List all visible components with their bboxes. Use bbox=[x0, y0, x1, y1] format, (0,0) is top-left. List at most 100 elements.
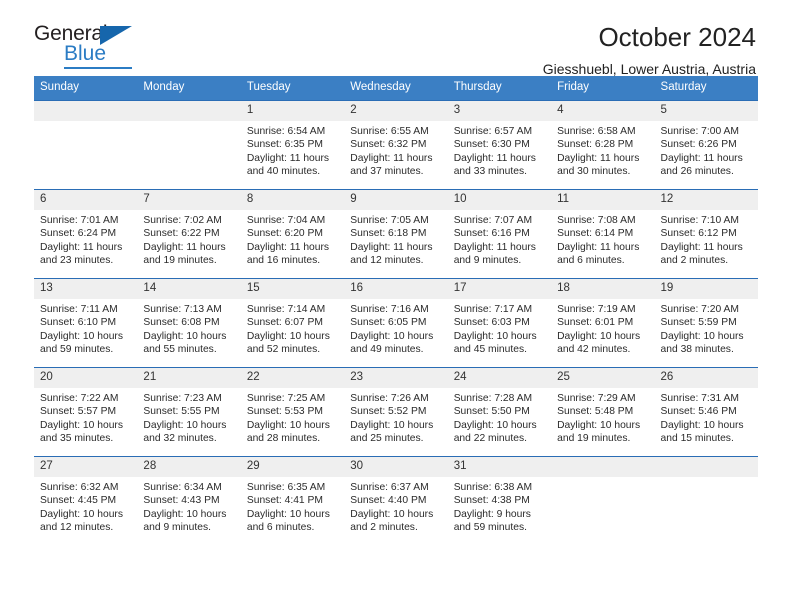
day-number: 9 bbox=[344, 190, 448, 210]
daylight-text: Daylight: 10 hours and 45 minutes. bbox=[453, 330, 537, 355]
day-number bbox=[137, 101, 241, 121]
calendar-body: 1 Sunrise: 6:54 AM Sunset: 6:35 PM Daylight… bbox=[34, 100, 758, 545]
sunrise-text: Sunrise: 7:26 AM bbox=[350, 393, 429, 404]
sunset-text: Sunset: 6:35 PM bbox=[246, 139, 323, 151]
day-cell[interactable]: 25 Sunrise: 7:29 AM Sunset: 5:48 PM Dayligh… bbox=[551, 367, 655, 457]
sunset-text: Sunset: 6:16 PM bbox=[453, 228, 530, 240]
sunrise-text: Sunrise: 7:19 AM bbox=[557, 304, 636, 315]
sunrise-text: Sunrise: 7:10 AM bbox=[660, 215, 739, 226]
day-number: 16 bbox=[344, 279, 448, 299]
daylight-text: Daylight: 11 hours and 2 minutes. bbox=[660, 241, 743, 266]
sunrise-text: Sunrise: 6:57 AM bbox=[453, 126, 533, 137]
daylight-text: Daylight: 11 hours and 16 minutes. bbox=[246, 241, 330, 266]
day-cell[interactable]: 23 Sunrise: 7:26 AM Sunset: 5:52 PM Dayligh… bbox=[344, 367, 448, 457]
daylight-text: Daylight: 10 hours and 15 minutes. bbox=[660, 419, 744, 444]
day-cell[interactable]: 28 Sunrise: 6:34 AM Sunset: 4:43 PM Dayligh… bbox=[137, 456, 241, 545]
day-number: 26 bbox=[654, 368, 758, 388]
sunset-text: Sunset: 6:18 PM bbox=[350, 228, 427, 240]
day-number: 22 bbox=[240, 368, 345, 388]
sunset-text: Sunset: 5:46 PM bbox=[660, 406, 737, 418]
sunrise-text: Sunrise: 6:38 AM bbox=[453, 482, 533, 493]
day-cell[interactable]: 6 Sunrise: 7:01 AM Sunset: 6:24 PM Daylight… bbox=[34, 189, 138, 279]
day-cell[interactable]: 7 Sunrise: 7:02 AM Sunset: 6:22 PM Daylight… bbox=[137, 189, 241, 279]
day-cell[interactable]: 30 Sunrise: 6:37 AM Sunset: 4:40 PM Dayligh… bbox=[344, 456, 448, 545]
day-cell[interactable]: 9 Sunrise: 7:05 AM Sunset: 6:18 PM Daylight… bbox=[344, 189, 448, 279]
day-cell[interactable]: 31 Sunrise: 6:38 AM Sunset: 4:38 PM Dayligh… bbox=[447, 456, 552, 545]
day-cell[interactable]: 1 Sunrise: 6:54 AM Sunset: 6:35 PM Daylight… bbox=[240, 100, 345, 190]
daylight-text: Daylight: 10 hours and 59 minutes. bbox=[40, 330, 123, 355]
day-cell[interactable]: 26 Sunrise: 7:31 AM Sunset: 5:46 PM Dayligh… bbox=[654, 367, 758, 457]
daylight-text: Daylight: 11 hours and 6 minutes. bbox=[557, 241, 640, 266]
day-number: 18 bbox=[551, 279, 655, 299]
daylight-text: Daylight: 11 hours and 23 minutes. bbox=[40, 241, 123, 266]
daylight-text: Daylight: 11 hours and 30 minutes. bbox=[557, 152, 640, 177]
day-cell[interactable]: 4 Sunrise: 6:58 AM Sunset: 6:28 PM Daylight… bbox=[551, 100, 655, 190]
weekday-header-thursday: Thursday bbox=[447, 76, 552, 101]
day-cell[interactable]: 22 Sunrise: 7:25 AM Sunset: 5:53 PM Dayligh… bbox=[240, 367, 345, 457]
day-number: 6 bbox=[34, 190, 138, 210]
day-cell[interactable]: 17 Sunrise: 7:17 AM Sunset: 6:03 PM Dayligh… bbox=[447, 278, 552, 368]
weekday-header-wednesday: Wednesday bbox=[344, 76, 448, 101]
sunrise-text: Sunrise: 7:31 AM bbox=[660, 393, 739, 404]
day-cell[interactable]: 24 Sunrise: 7:28 AM Sunset: 5:50 PM Dayligh… bbox=[447, 367, 552, 457]
sunset-text: Sunset: 5:52 PM bbox=[350, 406, 427, 418]
general-blue-logo: General Blue bbox=[34, 22, 154, 70]
day-details: Sunrise: 7:10 AM Sunset: 6:12 PM Daylight:… bbox=[655, 210, 758, 267]
daylight-text: Daylight: 11 hours and 33 minutes. bbox=[453, 152, 536, 177]
daylight-text: Daylight: 10 hours and 32 minutes. bbox=[143, 419, 227, 444]
day-cell[interactable]: 3 Sunrise: 6:57 AM Sunset: 6:30 PM Daylight… bbox=[447, 100, 552, 190]
daylight-text: Daylight: 10 hours and 55 minutes. bbox=[143, 330, 227, 355]
day-cell[interactable]: 14 Sunrise: 7:13 AM Sunset: 6:08 PM Dayligh… bbox=[137, 278, 241, 368]
sunset-text: Sunset: 6:05 PM bbox=[350, 317, 427, 329]
day-cell[interactable]: 19 Sunrise: 7:20 AM Sunset: 5:59 PM Dayligh… bbox=[654, 278, 758, 368]
day-details: Sunrise: 7:23 AM Sunset: 5:55 PM Daylight:… bbox=[137, 388, 240, 445]
day-cell[interactable]: 11 Sunrise: 7:08 AM Sunset: 6:14 PM Dayligh… bbox=[551, 189, 655, 279]
day-cell[interactable]: 12 Sunrise: 7:10 AM Sunset: 6:12 PM Dayligh… bbox=[654, 189, 758, 279]
day-number: 10 bbox=[447, 190, 552, 210]
day-details: Sunrise: 6:55 AM Sunset: 6:32 PM Daylight:… bbox=[344, 121, 447, 178]
sunrise-text: Sunrise: 7:07 AM bbox=[453, 215, 533, 226]
day-number: 12 bbox=[654, 190, 758, 210]
sunset-text: Sunset: 6:30 PM bbox=[453, 139, 530, 151]
day-cell[interactable] bbox=[137, 100, 241, 190]
day-cell[interactable]: 2 Sunrise: 6:55 AM Sunset: 6:32 PM Daylight… bbox=[344, 100, 448, 190]
daylight-text: Daylight: 11 hours and 26 minutes. bbox=[660, 152, 743, 177]
day-cell[interactable]: 5 Sunrise: 7:00 AM Sunset: 6:26 PM Daylight… bbox=[654, 100, 758, 190]
day-details: Sunrise: 7:08 AM Sunset: 6:14 PM Daylight:… bbox=[551, 210, 654, 267]
day-cell[interactable] bbox=[34, 100, 138, 190]
day-cell[interactable]: 29 Sunrise: 6:35 AM Sunset: 4:41 PM Dayligh… bbox=[240, 456, 345, 545]
day-details: Sunrise: 7:22 AM Sunset: 5:57 PM Daylight:… bbox=[34, 388, 137, 445]
day-details: Sunrise: 6:34 AM Sunset: 4:43 PM Daylight:… bbox=[137, 477, 240, 534]
day-number: 1 bbox=[240, 101, 345, 121]
week-row: 13 Sunrise: 7:11 AM Sunset: 6:10 PM Dayligh… bbox=[34, 278, 758, 368]
sunset-text: Sunset: 5:48 PM bbox=[557, 406, 634, 418]
sunrise-text: Sunrise: 7:28 AM bbox=[453, 393, 533, 404]
day-details: Sunrise: 7:02 AM Sunset: 6:22 PM Daylight:… bbox=[137, 210, 240, 267]
sunrise-text: Sunrise: 6:32 AM bbox=[40, 482, 119, 493]
day-details: Sunrise: 7:29 AM Sunset: 5:48 PM Daylight:… bbox=[551, 388, 654, 445]
day-details: Sunrise: 6:58 AM Sunset: 6:28 PM Daylight:… bbox=[551, 121, 654, 178]
day-number bbox=[654, 457, 758, 477]
day-cell[interactable]: 21 Sunrise: 7:23 AM Sunset: 5:55 PM Dayligh… bbox=[137, 367, 241, 457]
day-cell[interactable] bbox=[551, 456, 655, 545]
day-cell[interactable]: 20 Sunrise: 7:22 AM Sunset: 5:57 PM Dayligh… bbox=[34, 367, 138, 457]
day-cell[interactable]: 27 Sunrise: 6:32 AM Sunset: 4:45 PM Dayligh… bbox=[34, 456, 138, 545]
sunrise-text: Sunrise: 6:55 AM bbox=[350, 126, 429, 137]
daylight-text: Daylight: 10 hours and 35 minutes. bbox=[40, 419, 123, 444]
sunset-text: Sunset: 6:08 PM bbox=[143, 317, 220, 329]
day-cell[interactable]: 18 Sunrise: 7:19 AM Sunset: 6:01 PM Dayligh… bbox=[551, 278, 655, 368]
daylight-text: Daylight: 11 hours and 9 minutes. bbox=[453, 241, 536, 266]
day-cell[interactable]: 8 Sunrise: 7:04 AM Sunset: 6:20 PM Daylight… bbox=[240, 189, 345, 279]
day-cell[interactable]: 13 Sunrise: 7:11 AM Sunset: 6:10 PM Dayligh… bbox=[34, 278, 138, 368]
page-header: General Blue October 2024 Giesshuebl, Lo… bbox=[34, 0, 758, 77]
day-details: Sunrise: 7:17 AM Sunset: 6:03 PM Daylight:… bbox=[448, 299, 551, 356]
day-cell[interactable] bbox=[654, 456, 758, 545]
day-cell[interactable]: 15 Sunrise: 7:14 AM Sunset: 6:07 PM Dayligh… bbox=[240, 278, 345, 368]
day-cell[interactable]: 10 Sunrise: 7:07 AM Sunset: 6:16 PM Dayligh… bbox=[447, 189, 552, 279]
day-cell[interactable]: 16 Sunrise: 7:16 AM Sunset: 6:05 PM Dayligh… bbox=[344, 278, 448, 368]
sunset-text: Sunset: 6:28 PM bbox=[557, 139, 634, 151]
sunrise-text: Sunrise: 7:16 AM bbox=[350, 304, 429, 315]
day-details: Sunrise: 7:04 AM Sunset: 6:20 PM Daylight:… bbox=[241, 210, 344, 267]
sunset-text: Sunset: 6:10 PM bbox=[40, 317, 117, 329]
day-details: Sunrise: 7:31 AM Sunset: 5:46 PM Daylight:… bbox=[655, 388, 758, 445]
